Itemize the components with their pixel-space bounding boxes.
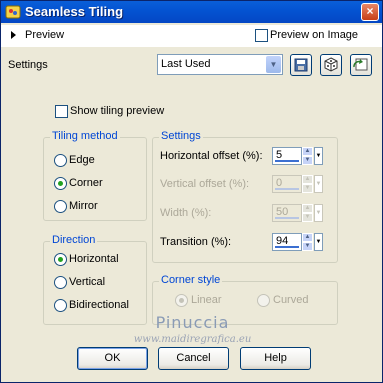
vertical-offset-input: 0 — [272, 175, 302, 193]
close-button[interactable]: × — [361, 3, 379, 21]
chevron-down-icon[interactable]: ▼ — [266, 56, 281, 73]
horizontal-offset-input[interactable]: 5 — [272, 147, 302, 165]
ok-button[interactable]: OK — [77, 347, 148, 370]
save-preset-icon — [294, 58, 308, 72]
radio-bidirectional[interactable] — [54, 299, 67, 312]
title-bar[interactable]: Seamless Tiling × — [1, 1, 382, 23]
reset-icon — [353, 58, 368, 71]
radio-bidirectional-label: Bidirectional — [69, 299, 129, 311]
transition-dropdown-icon[interactable]: ▼ — [314, 233, 323, 251]
preset-select[interactable]: Last Used ▼ — [157, 54, 283, 75]
watermark-name: Pinuccia — [155, 313, 230, 332]
direction-legend: Direction — [50, 234, 98, 246]
transition-input[interactable]: 94 — [272, 233, 302, 251]
spin-down-icon[interactable]: ▼ — [302, 242, 313, 251]
radio-curved — [257, 294, 270, 307]
radio-curved-label: Curved — [273, 294, 309, 306]
preview-on-image-checkbox[interactable] — [255, 29, 268, 42]
width-updown: ▲ ▼ — [302, 204, 313, 222]
horizontal-offset-label: Horizontal offset (%): — [160, 150, 263, 162]
radio-horizontal[interactable] — [54, 253, 67, 266]
vertical-offset-updown: ▲ ▼ — [302, 175, 313, 193]
radio-linear-label: Linear — [191, 294, 222, 306]
save-preset-button[interactable] — [290, 54, 312, 76]
settings-label: Settings — [8, 59, 48, 71]
window-title: Seamless Tiling — [25, 4, 124, 19]
show-tiling-preview-label: Show tiling preview — [70, 105, 165, 117]
horizontal-offset-dropdown-icon[interactable]: ▼ — [314, 147, 323, 165]
radio-linear — [175, 294, 188, 307]
app-icon — [5, 5, 21, 19]
vertical-offset-label: Vertical offset (%): — [160, 178, 250, 190]
spin-down-icon[interactable]: ▼ — [302, 156, 313, 165]
radio-mirror-label: Mirror — [69, 200, 98, 212]
tiling-method-legend: Tiling method — [50, 130, 120, 142]
reset-button[interactable] — [350, 54, 372, 76]
spin-up-icon[interactable]: ▲ — [302, 233, 313, 242]
vertical-offset-slider-bar — [275, 188, 299, 190]
watermark-site: www.maidiregrafica.eu — [133, 334, 252, 345]
dialog-window: Seamless Tiling × Preview Preview on Ima… — [0, 0, 383, 383]
help-button[interactable]: Help — [240, 347, 311, 370]
transition-updown[interactable]: ▲ ▼ — [302, 233, 313, 251]
corner-style-legend: Corner style — [159, 274, 223, 286]
radio-edge-label: Edge — [69, 154, 95, 166]
radio-corner[interactable] — [54, 177, 67, 190]
randomize-button[interactable] — [320, 54, 342, 76]
horizontal-offset-slider-bar[interactable] — [275, 160, 299, 162]
spin-down-icon: ▼ — [302, 184, 313, 193]
transition-slider-bar[interactable] — [275, 246, 299, 248]
show-tiling-preview-checkbox[interactable] — [55, 105, 68, 118]
settings-group-legend: Settings — [159, 130, 203, 142]
spin-up-icon: ▲ — [302, 204, 313, 213]
spin-up-icon: ▲ — [302, 175, 313, 184]
spin-up-icon[interactable]: ▲ — [302, 147, 313, 156]
expand-preview-arrow-icon[interactable] — [11, 31, 16, 39]
spin-down-icon: ▼ — [302, 213, 313, 222]
radio-mirror[interactable] — [54, 200, 67, 213]
width-dropdown-icon: ▼ — [314, 204, 323, 222]
preset-value: Last Used — [161, 58, 211, 70]
preview-on-image-label: Preview on Image — [270, 29, 359, 41]
radio-edge[interactable] — [54, 154, 67, 167]
preview-label[interactable]: Preview — [25, 29, 64, 41]
randomize-icon — [324, 57, 338, 72]
width-label: Width (%): — [160, 207, 212, 219]
radio-vertical[interactable] — [54, 276, 67, 289]
cancel-button[interactable]: Cancel — [158, 347, 229, 370]
radio-horizontal-label: Horizontal — [69, 253, 119, 265]
horizontal-offset-updown[interactable]: ▲ ▼ — [302, 147, 313, 165]
radio-corner-label: Corner — [69, 177, 103, 189]
radio-vertical-label: Vertical — [69, 276, 106, 288]
width-input: 50 — [272, 204, 302, 222]
vertical-offset-dropdown-icon: ▼ — [314, 175, 323, 193]
transition-label: Transition (%): — [160, 236, 232, 248]
width-slider-bar — [275, 217, 299, 219]
